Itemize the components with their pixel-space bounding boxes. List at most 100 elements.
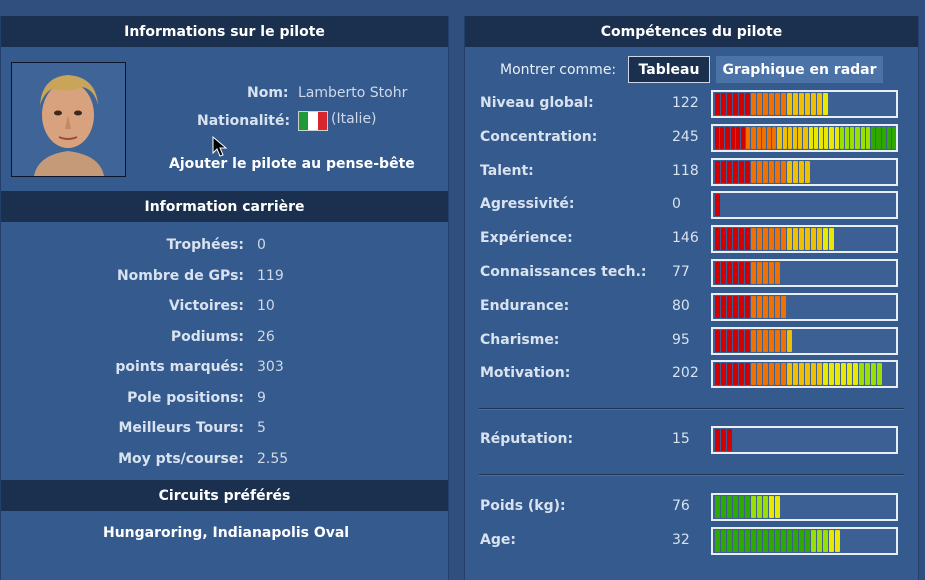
- skill-bar-segment: [763, 329, 768, 352]
- physical-bar-segment: [805, 530, 810, 552]
- skill-bar-segment: [733, 363, 738, 386]
- career-label: Victoires:: [168, 298, 244, 314]
- physical-bar: [711, 493, 898, 521]
- favorite-circuits: Hungaroring, Indianapolis Oval: [103, 525, 350, 541]
- skill-bar-segment: [715, 363, 720, 386]
- skill-value: 95: [672, 331, 690, 348]
- skill-bar-segment: [769, 363, 774, 386]
- physical-bar-segment: [817, 530, 822, 552]
- career-value: 0: [257, 237, 266, 253]
- skill-bar-segment: [721, 363, 726, 386]
- skill-bar-segment: [727, 295, 732, 318]
- skill-value: 0: [672, 196, 681, 213]
- skill-bar-segment: [817, 363, 822, 386]
- skill-bar-segment: [877, 363, 882, 386]
- physical-bar-segment: [757, 496, 762, 518]
- skill-bar-segment: [721, 228, 726, 251]
- physical-bar-segment: [781, 530, 786, 552]
- skill-bar-segment: [793, 228, 798, 251]
- skill-bar-segment: [763, 363, 768, 386]
- tab-radar-chart[interactable]: Graphique en radar: [716, 56, 883, 83]
- skill-bar-segment: [751, 262, 756, 284]
- skill-bar-segment: [769, 329, 774, 352]
- physical-bar-segment: [835, 530, 840, 552]
- skill-value: 77: [672, 264, 690, 280]
- physical-bar-segment: [757, 530, 762, 552]
- physical-bar-segment: [769, 530, 774, 552]
- physical-bar-segment: [775, 496, 780, 518]
- divider-1: [479, 408, 904, 410]
- physical-bar-segment: [787, 530, 792, 552]
- skill-bar-segment: [811, 228, 816, 251]
- skill-bar-segment: [763, 160, 768, 183]
- divider-2: [479, 474, 904, 476]
- skill-bar-segment: [805, 363, 810, 386]
- reputation-value: 15: [672, 431, 690, 447]
- skill-bar-segment: [733, 329, 738, 352]
- physical-bar-segment: [763, 496, 768, 518]
- skill-bar: [711, 225, 898, 254]
- reputation-label: Réputation:: [480, 431, 574, 447]
- skill-bar-segment: [745, 160, 750, 183]
- skill-bar-segment: [735, 126, 741, 149]
- physical-bar-segment: [751, 496, 756, 518]
- skill-bar-segment: [775, 363, 780, 386]
- skill-bar-segment: [865, 363, 870, 386]
- reputation-bar: [711, 426, 898, 454]
- skill-bar-segment: [761, 126, 767, 149]
- skill-bar-segment: [772, 126, 777, 149]
- skill-bar-segment: [725, 126, 730, 149]
- skill-bar: [711, 123, 898, 152]
- add-to-notepad-link[interactable]: Ajouter le pilote au pense-bête: [169, 156, 415, 172]
- physical-bar-segment: [733, 496, 738, 518]
- skill-bar-segment: [733, 160, 738, 183]
- skill-bar-segment: [824, 126, 829, 149]
- skill-bar-segment: [793, 93, 798, 115]
- skill-bar-segment: [793, 160, 798, 183]
- skill-bar-segment: [805, 228, 810, 251]
- skill-bar-segment: [715, 228, 720, 251]
- skill-bar-segment: [745, 329, 750, 352]
- skill-bar-segment: [721, 93, 726, 115]
- skill-bar-segment: [733, 93, 738, 115]
- career-label: Podiums:: [170, 328, 244, 345]
- skill-value: 146: [672, 230, 699, 247]
- skill-bar-segment: [751, 126, 756, 149]
- skill-bar-segment: [739, 363, 744, 386]
- skill-bar-segment: [871, 126, 876, 149]
- italy-flag-icon: [298, 111, 328, 131]
- physical-bar-segment: [721, 496, 726, 518]
- tab-radar-label: Graphique en radar: [722, 61, 877, 78]
- skill-bar-segment: [715, 295, 720, 318]
- physical-bar-segment: [739, 530, 744, 552]
- skill-label: Charisme:: [480, 331, 560, 348]
- circuits-title: Circuits préférés: [158, 487, 291, 504]
- skill-bar-segment: [727, 228, 732, 251]
- skill-bar-segment: [721, 262, 726, 284]
- career-label: points marqués:: [115, 359, 244, 375]
- skill-label: Niveau global:: [480, 95, 594, 111]
- nationality-value: (Italie): [331, 111, 377, 127]
- skills-panel: Compétences du pilote Montrer comme: Tab…: [464, 16, 919, 580]
- skill-bar-segment: [715, 93, 720, 115]
- tab-table[interactable]: Tableau: [628, 56, 710, 83]
- skill-bar-segment: [787, 160, 792, 183]
- skill-bar-segment: [751, 93, 756, 115]
- physical-value: 32: [672, 532, 690, 548]
- career-value: 9: [257, 389, 266, 406]
- skill-bar-segment: [881, 126, 886, 149]
- skill-bar: [711, 326, 898, 355]
- skill-label: Expérience:: [480, 230, 573, 247]
- skill-bar-segment: [865, 126, 871, 149]
- reputation-bar-segment: [727, 429, 732, 451]
- skill-bar-segment: [781, 93, 786, 115]
- skill-bar-segment: [782, 126, 787, 149]
- skill-bar-segment: [799, 363, 804, 386]
- skill-bar-segment: [733, 295, 738, 318]
- skill-bar-segment: [775, 329, 780, 352]
- skill-bar-segment: [769, 228, 774, 251]
- skill-bar-segment: [781, 160, 786, 183]
- skill-bar-segment: [721, 329, 726, 352]
- skill-bar: [711, 157, 898, 186]
- physical-value: 76: [672, 498, 690, 514]
